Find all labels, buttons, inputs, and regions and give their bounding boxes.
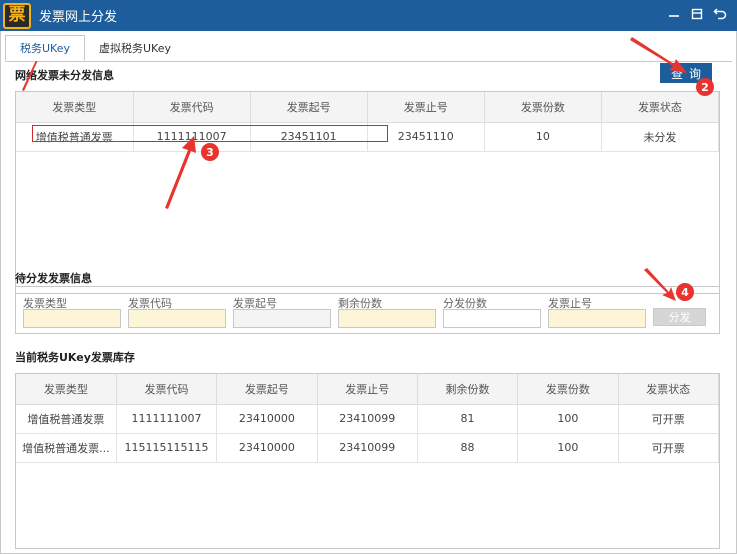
minimize-icon[interactable] bbox=[667, 6, 681, 22]
column-header: 发票状态 bbox=[601, 92, 719, 123]
cell-status: 未分发 bbox=[601, 122, 719, 152]
table-row[interactable]: 增值税普通发票 1111111007 23410000 23410099 81 … bbox=[16, 404, 719, 434]
cell-start-number: 23410000 bbox=[216, 433, 318, 463]
field-start-number: 发票起号 bbox=[233, 295, 331, 328]
column-header: 发票代码 bbox=[116, 374, 218, 405]
field-dispatch-count: 分发份数 bbox=[443, 295, 541, 328]
pending-form: 发票类型 发票代码 发票起号 剩余份数 分发份数 发票止号 分发 bbox=[15, 286, 720, 334]
restore-icon[interactable] bbox=[690, 6, 704, 22]
cell-invoice-type: 增值税普通发票 bbox=[16, 404, 117, 434]
undistributed-header-row: 发票类型 发票代码 发票起号 发票止号 发票份数 发票状态 bbox=[16, 92, 719, 123]
pending-section-title: 待分发发票信息 bbox=[15, 272, 92, 285]
window-title: 发票网上分发 bbox=[39, 10, 118, 25]
field-invoice-code: 发票代码 bbox=[128, 295, 226, 328]
column-header: 发票代码 bbox=[133, 92, 251, 123]
tab-virtual-ukey[interactable]: 虚拟税务UKey bbox=[85, 35, 185, 61]
inventory-header-row: 发票类型 发票代码 发票起号 发票止号 剩余份数 发票份数 发票状态 bbox=[16, 374, 719, 405]
cell-count: 100 bbox=[517, 433, 619, 463]
dispatch-count-input[interactable] bbox=[443, 309, 541, 328]
undistributed-section-title: 网络发票未分发信息 bbox=[15, 69, 114, 82]
field-remaining: 剩余份数 bbox=[338, 295, 436, 328]
column-header: 发票份数 bbox=[484, 92, 602, 123]
app-logo-icon: 票 bbox=[3, 2, 31, 29]
field-end-number: 发票止号 bbox=[548, 295, 646, 328]
tab-ukey[interactable]: 税务UKey bbox=[5, 35, 85, 61]
cell-end-number: 23410099 bbox=[317, 404, 418, 434]
field-label: 发票起号 bbox=[233, 297, 277, 310]
tab-bar: 税务UKey 虚拟税务UKey bbox=[5, 35, 185, 63]
title-bar: 票 发票网上分发 bbox=[0, 0, 737, 31]
invoice-type-input[interactable] bbox=[23, 309, 121, 328]
row-highlight-box bbox=[32, 125, 388, 142]
window-controls bbox=[667, 6, 727, 22]
cell-invoice-code: 1111111007 bbox=[116, 404, 218, 434]
cell-remaining: 88 bbox=[417, 433, 519, 463]
dispatch-button[interactable]: 分发 bbox=[653, 308, 706, 326]
back-icon[interactable] bbox=[713, 6, 727, 22]
field-invoice-type: 发票类型 bbox=[23, 295, 121, 328]
field-label: 发票代码 bbox=[128, 297, 172, 310]
column-header: 发票止号 bbox=[367, 92, 485, 123]
remaining-input[interactable] bbox=[338, 309, 436, 328]
column-header: 发票止号 bbox=[317, 374, 418, 405]
cell-status: 可开票 bbox=[618, 404, 719, 434]
field-label: 剩余份数 bbox=[338, 297, 382, 310]
main-window: 税务UKey 虚拟税务UKey 网络发票未分发信息 查询 发票类型 发票代码 发… bbox=[0, 31, 737, 554]
undistributed-table: 发票类型 发票代码 发票起号 发票止号 发票份数 发票状态 增值税普通发票 11… bbox=[15, 91, 720, 294]
column-header: 发票起号 bbox=[216, 374, 318, 405]
invoice-code-input[interactable] bbox=[128, 309, 226, 328]
cell-invoice-type: 增值税普通发票... bbox=[16, 433, 117, 463]
field-label: 分发份数 bbox=[443, 297, 487, 310]
cell-count: 10 bbox=[484, 122, 602, 152]
field-label: 发票止号 bbox=[548, 297, 592, 310]
cell-status: 可开票 bbox=[618, 433, 719, 463]
table-row[interactable]: 增值税普通发票... 115115115115 23410000 2341009… bbox=[16, 433, 719, 463]
column-header: 发票类型 bbox=[16, 374, 117, 405]
column-header: 剩余份数 bbox=[417, 374, 519, 405]
cell-remaining: 81 bbox=[417, 404, 519, 434]
column-header: 发票起号 bbox=[250, 92, 368, 123]
start-number-input[interactable] bbox=[233, 309, 331, 328]
inventory-section-title: 当前税务UKey发票库存 bbox=[15, 351, 135, 364]
cell-count: 100 bbox=[517, 404, 619, 434]
column-header: 发票状态 bbox=[618, 374, 719, 405]
annotation-badge-3: 3 bbox=[201, 143, 219, 161]
cell-start-number: 23410000 bbox=[216, 404, 318, 434]
annotation-badge-4: 4 bbox=[676, 283, 694, 301]
cell-invoice-code: 115115115115 bbox=[116, 433, 218, 463]
column-header: 发票份数 bbox=[517, 374, 619, 405]
end-number-input[interactable] bbox=[548, 309, 646, 328]
field-label: 发票类型 bbox=[23, 297, 67, 310]
cell-end-number: 23410099 bbox=[317, 433, 418, 463]
inventory-table: 发票类型 发票代码 发票起号 发票止号 剩余份数 发票份数 发票状态 增值税普通… bbox=[15, 373, 720, 549]
column-header: 发票类型 bbox=[16, 92, 134, 123]
annotation-badge-2: 2 bbox=[696, 78, 714, 96]
tab-divider bbox=[5, 61, 732, 62]
